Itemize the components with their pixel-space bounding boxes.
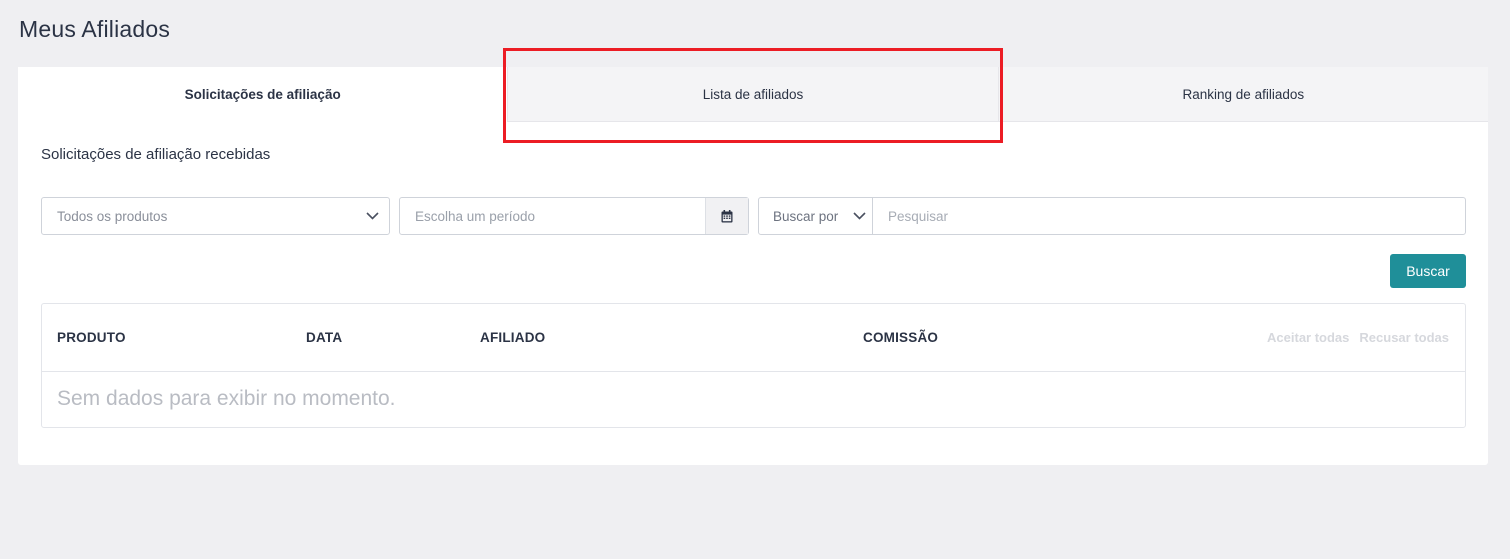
tab-affiliation-requests[interactable]: Solicitações de afiliação bbox=[18, 67, 508, 122]
column-header-affiliate: AFILIADO bbox=[480, 330, 546, 345]
accept-all-button[interactable]: Aceitar todas bbox=[1267, 330, 1349, 345]
product-select[interactable]: Todos os produtos bbox=[41, 197, 390, 235]
empty-state-message: Sem dados para exibir no momento. bbox=[57, 387, 396, 410]
period-picker[interactable]: Escolha um período bbox=[399, 197, 749, 235]
tabs-bar: Solicitações de afiliação Lista de afili… bbox=[18, 67, 1488, 122]
period-placeholder: Escolha um período bbox=[415, 208, 536, 224]
bulk-actions: Aceitar todas Recusar todas bbox=[1267, 330, 1449, 345]
search-by-select[interactable]: Buscar por bbox=[758, 197, 873, 235]
affiliates-card: Solicitações de afiliação Lista de afili… bbox=[18, 67, 1488, 465]
calendar-icon[interactable] bbox=[705, 198, 748, 234]
chevron-down-icon bbox=[846, 212, 872, 220]
tab-affiliates-list[interactable]: Lista de afiliados bbox=[507, 67, 998, 122]
search-input[interactable] bbox=[888, 208, 1465, 224]
search-field bbox=[872, 197, 1466, 235]
reject-all-button[interactable]: Recusar todas bbox=[1359, 330, 1449, 345]
section-title: Solicitações de afiliação recebidas bbox=[41, 146, 271, 163]
page-title: Meus Afiliados bbox=[19, 16, 171, 42]
column-header-commission: COMISSÃO bbox=[863, 330, 939, 345]
chevron-down-icon bbox=[355, 212, 389, 220]
search-by-value: Buscar por bbox=[773, 208, 839, 224]
product-select-value: Todos os produtos bbox=[57, 208, 168, 224]
column-header-date: DATA bbox=[306, 330, 343, 345]
column-header-product: PRODUTO bbox=[57, 330, 126, 345]
tab-affiliates-ranking[interactable]: Ranking de afiliados bbox=[997, 67, 1488, 122]
table-header: PRODUTO DATA AFILIADO COMISSÃO Aceitar t… bbox=[42, 304, 1465, 372]
search-button[interactable]: Buscar bbox=[1390, 254, 1466, 288]
requests-table: PRODUTO DATA AFILIADO COMISSÃO Aceitar t… bbox=[41, 303, 1466, 428]
